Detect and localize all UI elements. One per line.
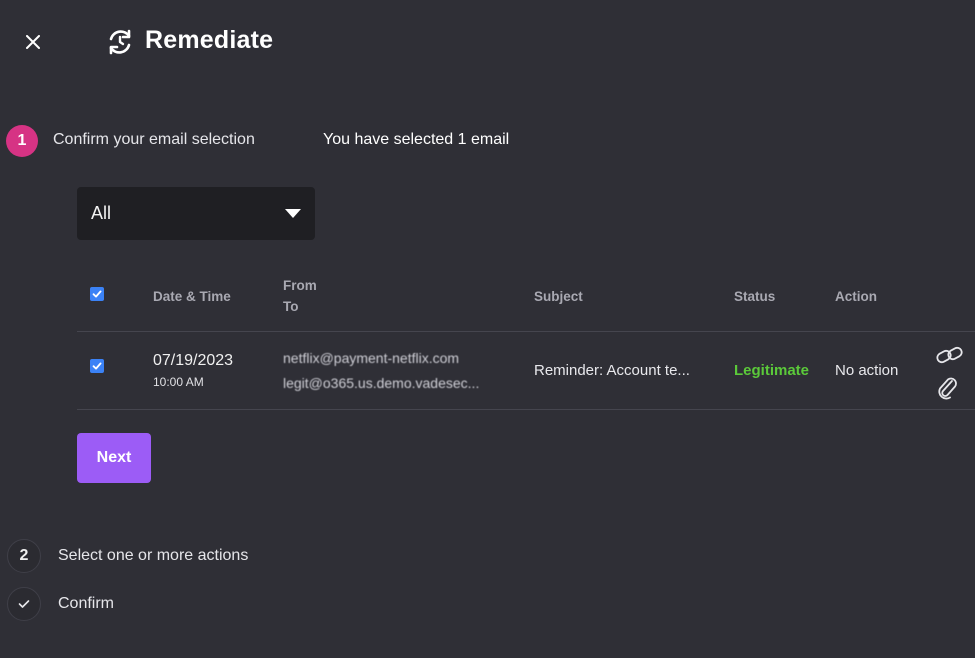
checkmark-icon [92, 362, 102, 370]
row-subject[interactable]: Reminder: Account te... [534, 362, 690, 379]
remediate-cycle-icon [109, 29, 131, 55]
column-header-action[interactable]: Action [835, 289, 877, 304]
checkmark-icon [92, 290, 102, 298]
column-header-to[interactable]: To [283, 299, 299, 314]
remediate-panel: Remediate 1 Confirm your email selection… [0, 0, 975, 658]
caret-down-icon [285, 209, 301, 218]
filter-selected-value: All [91, 203, 112, 223]
column-header-from[interactable]: From [283, 278, 317, 293]
step-3-indicator [7, 587, 41, 621]
column-header-status[interactable]: Status [734, 289, 775, 304]
row-from-address: netflix@payment-netflix.com [283, 350, 460, 366]
column-header-date-time[interactable]: Date & Time [153, 289, 231, 304]
table-header-row: Date & Time From To Subject Status Actio… [77, 268, 975, 332]
column-header-subject[interactable]: Subject [534, 289, 583, 304]
selection-summary: You have selected 1 email [323, 131, 510, 148]
row-date: 07/19/2023 [153, 352, 234, 369]
step-3-label: Confirm [58, 595, 115, 612]
row-to-address: legit@o365.us.demo.vadesec... [283, 375, 480, 391]
attachment-icon[interactable] [935, 374, 959, 400]
close-button[interactable] [22, 31, 44, 53]
page-title: Remediate [145, 26, 274, 54]
select-all-checkbox[interactable] [90, 287, 104, 301]
row-status-badge: Legitimate [734, 362, 810, 379]
step-2-label: Select one or more actions [58, 547, 249, 564]
close-icon [26, 35, 40, 49]
checkmark-icon [18, 600, 30, 608]
step-1-indicator: 1 [6, 125, 38, 157]
next-button[interactable]: Next [77, 433, 151, 483]
step-1-label: Confirm your email selection [53, 131, 255, 148]
step-2-indicator: 2 [7, 539, 41, 573]
row-select-checkbox[interactable] [90, 359, 104, 373]
table-row[interactable]: 07/19/2023 10:00 AM netflix@payment-netf… [77, 332, 975, 410]
email-filter-dropdown[interactable]: All [77, 187, 315, 240]
email-table: Date & Time From To Subject Status Actio… [77, 268, 975, 410]
row-time: 10:00 AM [153, 375, 204, 389]
row-action: No action [835, 362, 899, 379]
link-icon[interactable] [935, 344, 965, 368]
